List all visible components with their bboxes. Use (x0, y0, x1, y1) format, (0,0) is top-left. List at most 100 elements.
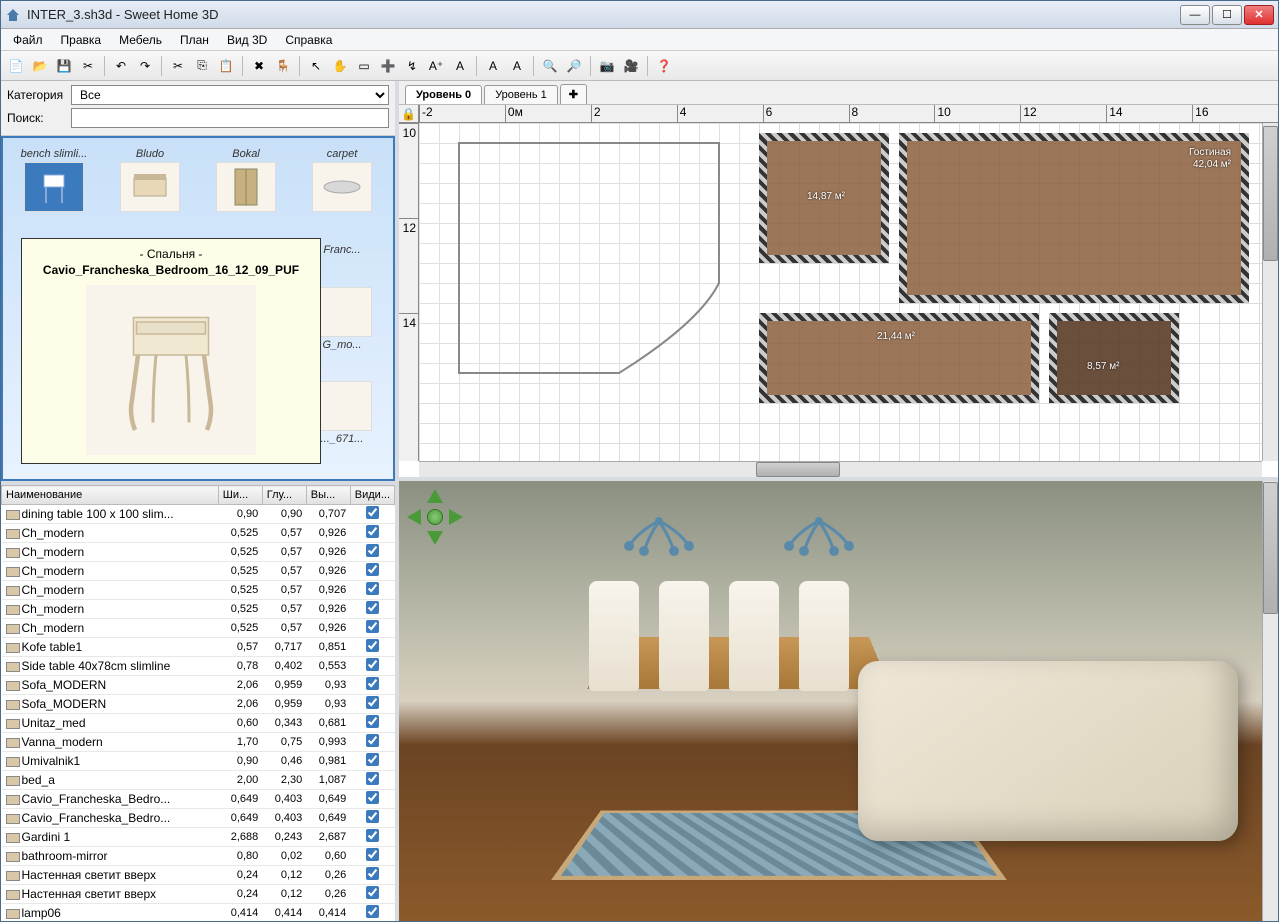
photo-button[interactable]: 📷 (596, 55, 618, 77)
plan-drawing-area[interactable]: 14,87 м² Гостиная42,04 м² 21,44 м² 8,57 … (419, 123, 1262, 461)
catalog-item[interactable]: Bludo (103, 146, 197, 238)
table-row[interactable]: Ch_modern0,5250,570,926 (2, 562, 395, 581)
visibility-checkbox[interactable] (366, 563, 379, 576)
visibility-checkbox[interactable] (366, 639, 379, 652)
table-row[interactable]: lamp060,4140,4140,414 (2, 904, 395, 922)
visibility-checkbox[interactable] (366, 886, 379, 899)
visibility-checkbox[interactable] (366, 772, 379, 785)
catalog-item[interactable]: carpet (295, 146, 389, 238)
visibility-checkbox[interactable] (366, 867, 379, 880)
toggle-italic-button[interactable]: A (506, 55, 528, 77)
visibility-checkbox[interactable] (366, 810, 379, 823)
nav-center-icon[interactable] (427, 509, 443, 525)
visibility-checkbox[interactable] (366, 582, 379, 595)
table-row[interactable]: Настенная светит вверх0,240,120,26 (2, 866, 395, 885)
table-row[interactable]: Cavio_Francheska_Bedro...0,6490,4030,649 (2, 809, 395, 828)
menu-edit[interactable]: Правка (53, 31, 110, 49)
copy-button[interactable]: ⎘ (191, 55, 213, 77)
maximize-button[interactable]: ☐ (1212, 5, 1242, 25)
video-button[interactable]: 🎥 (620, 55, 642, 77)
view-3d[interactable] (399, 481, 1278, 921)
create-walls-button[interactable]: ▭ (353, 55, 375, 77)
column-header[interactable]: Види... (350, 486, 394, 505)
select-button[interactable]: ↖ (305, 55, 327, 77)
table-row[interactable]: Ch_modern0,5250,570,926 (2, 543, 395, 562)
plan-canvas[interactable]: 🔒 -20м246810121416 101214 14,87 м² Гости… (399, 105, 1278, 477)
visibility-checkbox[interactable] (366, 829, 379, 842)
visibility-checkbox[interactable] (366, 601, 379, 614)
table-row[interactable]: bed_a2,002,301,087 (2, 771, 395, 790)
table-row[interactable]: Cavio_Francheska_Bedro...0,6490,4030,649 (2, 790, 395, 809)
visibility-checkbox[interactable] (366, 620, 379, 633)
create-rooms-button[interactable]: ➕ (377, 55, 399, 77)
nav-right-icon[interactable] (449, 509, 463, 525)
plan-hscrollbar[interactable] (419, 461, 1262, 477)
visibility-checkbox[interactable] (366, 905, 379, 918)
help-button[interactable]: ❓ (653, 55, 675, 77)
furniture-list[interactable]: НаименованиеШи...Глу...Вы...Види... dini… (1, 481, 395, 921)
catalog-item[interactable]: Bokal (199, 146, 293, 238)
visibility-checkbox[interactable] (366, 715, 379, 728)
table-row[interactable]: Kofe table10,570,7170,851 (2, 638, 395, 657)
table-row[interactable]: Sofa_MODERN2,060,9590,93 (2, 676, 395, 695)
table-row[interactable]: Side table 40x78cm slimline0,780,4020,55… (2, 657, 395, 676)
visibility-checkbox[interactable] (366, 658, 379, 671)
pan-button[interactable]: ✋ (329, 55, 351, 77)
visibility-checkbox[interactable] (366, 696, 379, 709)
create-polyline-button[interactable]: ↯ (401, 55, 423, 77)
menu-help[interactable]: Справка (277, 31, 340, 49)
column-header[interactable]: Ши... (218, 486, 262, 505)
room[interactable]: 8,57 м² (1049, 313, 1179, 403)
table-row[interactable]: Ch_modern0,5250,570,926 (2, 524, 395, 543)
table-row[interactable]: Vanna_modern1,700,750,993 (2, 733, 395, 752)
table-row[interactable]: Umivalnik10,900,460,981 (2, 752, 395, 771)
visibility-checkbox[interactable] (366, 506, 379, 519)
menu-furniture[interactable]: Мебель (111, 31, 170, 49)
undo-button[interactable]: ↶ (110, 55, 132, 77)
visibility-checkbox[interactable] (366, 848, 379, 861)
table-row[interactable]: Настенная светит вверх0,240,120,26 (2, 885, 395, 904)
add-level-button[interactable]: ✚ (560, 84, 587, 104)
create-text-button[interactable]: A (449, 55, 471, 77)
table-row[interactable]: Ch_modern0,5250,570,926 (2, 600, 395, 619)
room[interactable]: Гостиная42,04 м² (899, 133, 1249, 303)
visibility-checkbox[interactable] (366, 734, 379, 747)
level-tab-0[interactable]: Уровень 0 (405, 85, 482, 104)
menu-plan[interactable]: План (172, 31, 217, 49)
visibility-checkbox[interactable] (366, 525, 379, 538)
visibility-checkbox[interactable] (366, 544, 379, 557)
level-tab-1[interactable]: Уровень 1 (484, 85, 558, 104)
catalog-item[interactable]: bench slimli... (7, 146, 101, 238)
cut-button[interactable]: ✂ (167, 55, 189, 77)
minimize-button[interactable]: — (1180, 5, 1210, 25)
table-row[interactable]: Ch_modern0,5250,570,926 (2, 619, 395, 638)
visibility-checkbox[interactable] (366, 677, 379, 690)
menu-3d[interactable]: Вид 3D (219, 31, 275, 49)
column-header[interactable]: Глу... (262, 486, 306, 505)
room[interactable]: 14,87 м² (759, 133, 889, 263)
menu-file[interactable]: Файл (5, 31, 51, 49)
paste-button[interactable]: 📋 (215, 55, 237, 77)
delete-button[interactable]: ✖ (248, 55, 270, 77)
nav-up-icon[interactable] (427, 489, 443, 503)
column-header[interactable]: Наименование (2, 486, 219, 505)
table-row[interactable]: Unitaz_med0,600,3430,681 (2, 714, 395, 733)
visibility-checkbox[interactable] (366, 791, 379, 804)
search-input[interactable] (71, 108, 389, 128)
column-header[interactable]: Вы... (306, 486, 350, 505)
table-row[interactable]: Gardini 12,6880,2432,687 (2, 828, 395, 847)
toggle-bold-button[interactable]: A (482, 55, 504, 77)
room[interactable]: 21,44 м² (759, 313, 1039, 403)
table-row[interactable]: Ch_modern0,5250,570,926 (2, 581, 395, 600)
new-file-button[interactable]: 📄 (5, 55, 27, 77)
table-row[interactable]: Sofa_MODERN2,060,9590,93 (2, 695, 395, 714)
category-select[interactable]: Все (71, 85, 389, 105)
visibility-checkbox[interactable] (366, 753, 379, 766)
nav-left-icon[interactable] (407, 509, 421, 525)
save-file-button[interactable]: 💾 (53, 55, 75, 77)
open-file-button[interactable]: 📂 (29, 55, 51, 77)
redo-button[interactable]: ↷ (134, 55, 156, 77)
furniture-catalog[interactable]: bench slimli... Bludo Bokal carpet Ca...… (1, 136, 395, 481)
plan-vscrollbar[interactable] (1262, 123, 1278, 461)
close-button[interactable]: ✕ (1244, 5, 1274, 25)
